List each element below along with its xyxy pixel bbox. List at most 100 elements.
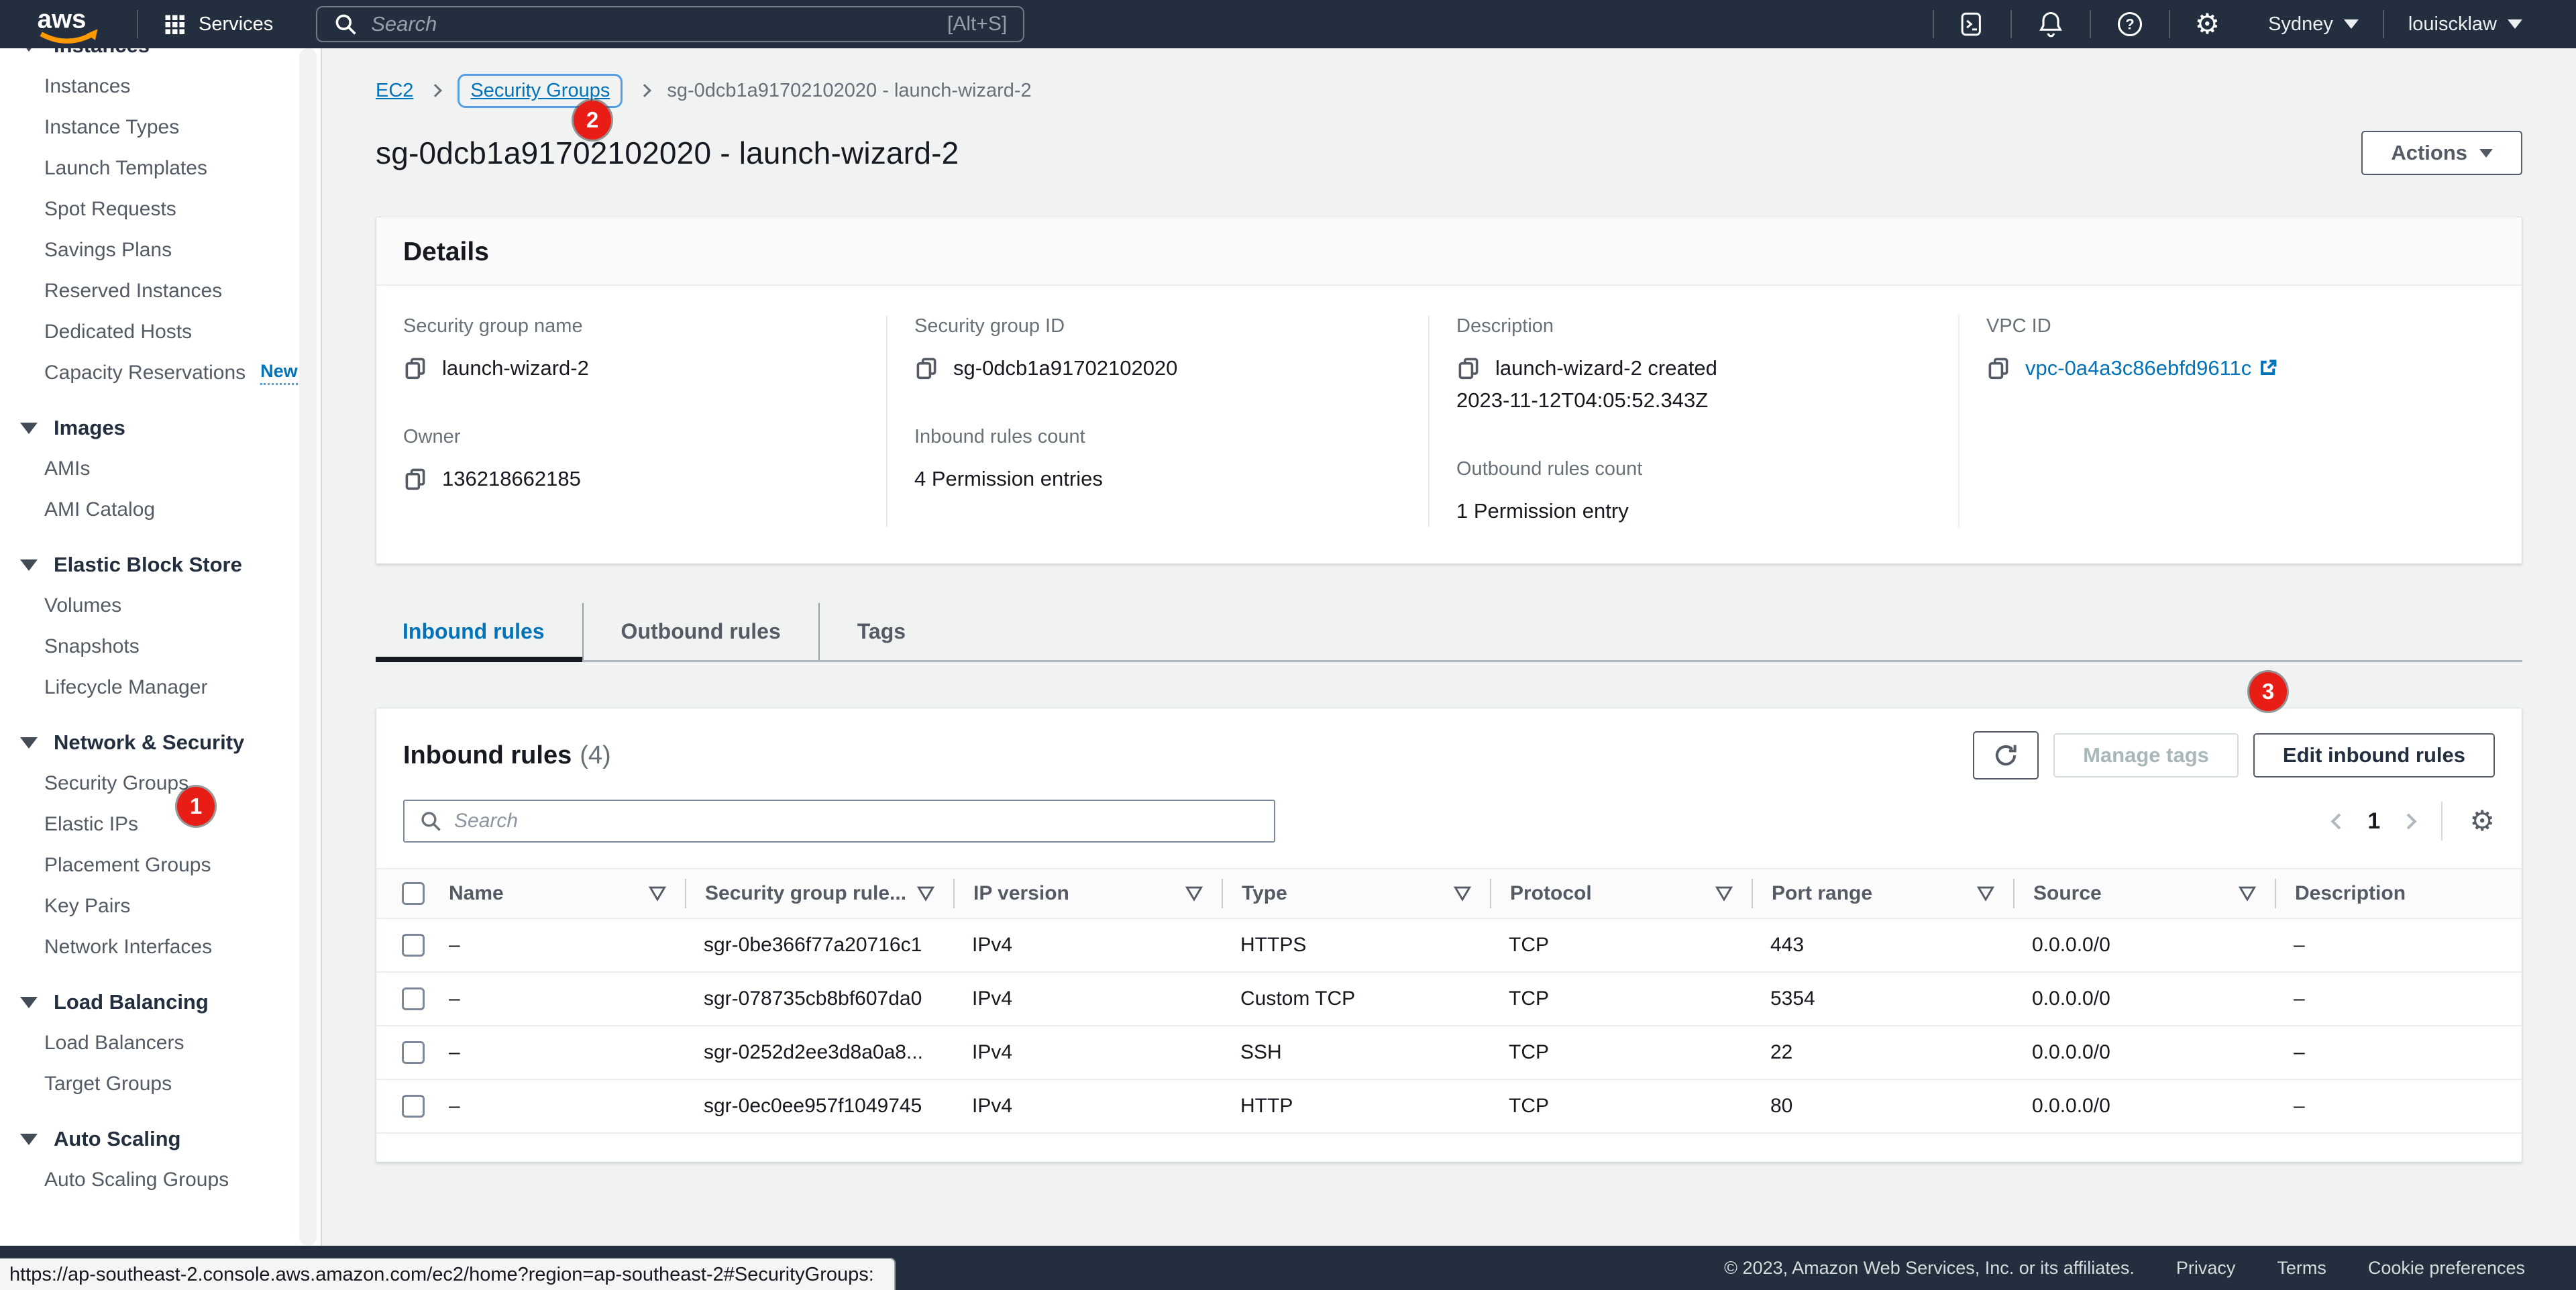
external-link-icon [2258,358,2278,378]
section-title: Images [54,416,125,440]
copy-icon[interactable] [1986,356,2010,380]
chevron-down-icon [2344,19,2359,29]
table-settings-gear-icon[interactable]: ⚙ [2469,807,2495,835]
sidebar-item-auto-scaling-groups[interactable]: Auto Scaling Groups [0,1159,321,1200]
cell-type: HTTP [1222,1095,1490,1118]
sidebar-section-load-balancing[interactable]: Load Balancing [0,982,321,1022]
region-label: Sydney [2268,13,2333,36]
tab-inbound-rules[interactable]: Inbound rules [376,603,582,660]
sidebar-item-target-groups[interactable]: Target Groups [0,1063,321,1104]
vpc-id-link[interactable]: vpc-0a4a3c86ebfd9611c [2025,356,2251,380]
next-page-button[interactable] [2401,813,2417,829]
tab-outbound-rules[interactable]: Outbound rules [582,603,818,660]
column-header-description[interactable]: Description [2275,879,2522,908]
row-checkbox[interactable] [402,934,425,957]
ec2-sidebar: Instances Instances Instance Types Launc… [0,48,322,1246]
column-header-type[interactable]: Type [1222,879,1490,908]
select-all-checkbox[interactable] [402,882,425,905]
filter-icon[interactable] [1185,885,1203,902]
row-checkbox[interactable] [402,987,425,1010]
sidebar-item-savings-plans[interactable]: Savings Plans [0,229,321,270]
account-menu[interactable]: louiscklaw [2384,13,2546,36]
copy-icon[interactable] [1456,356,1481,380]
previous-page-button[interactable] [2331,813,2347,829]
sidebar-item-key-pairs[interactable]: Key Pairs [0,885,321,926]
edit-inbound-rules-button[interactable]: Edit inbound rules [2253,733,2495,777]
security-group-id-value: sg-0dcb1a91702102020 [953,356,1177,380]
breadcrumb-ec2-link[interactable]: EC2 [376,80,413,102]
field-owner: Owner 136218662185 [403,426,859,495]
sidebar-item-reserved-instances[interactable]: Reserved Instances [0,270,321,311]
actions-button[interactable]: Actions [2361,131,2522,175]
sidebar-item-snapshots[interactable]: Snapshots [0,626,321,667]
sidebar-item-amis[interactable]: AMIs [0,448,321,489]
filter-icon[interactable] [2239,885,2256,902]
settings-button[interactable]: ⚙ [2170,10,2244,38]
sidebar-item-network-interfaces[interactable]: Network Interfaces [0,926,321,967]
copy-icon[interactable] [403,466,427,490]
notifications-button[interactable] [2012,9,2090,39]
global-search-input[interactable] [371,12,934,36]
tab-tags[interactable]: Tags [818,603,943,660]
sidebar-item-dedicated-hosts[interactable]: Dedicated Hosts [0,311,321,352]
filter-icon[interactable] [1454,885,1471,902]
sidebar-section-auto-scaling[interactable]: Auto Scaling [0,1119,321,1159]
sidebar-item-instance-types[interactable]: Instance Types [0,107,321,148]
column-header-source[interactable]: Source [2013,879,2275,908]
copy-icon[interactable] [403,356,427,380]
sidebar-scrollbar[interactable] [299,48,317,1246]
column-header-ip-version[interactable]: IP version [953,879,1222,908]
column-header-name[interactable]: Name [430,879,685,908]
refresh-button[interactable] [1973,731,2039,780]
sidebar-item-security-groups[interactable]: Security Groups [0,763,321,804]
column-header-protocol[interactable]: Protocol [1490,879,1752,908]
aws-logo[interactable]: aws [32,2,111,46]
table-row[interactable]: – sgr-078735cb8bf607da0 IPv4 Custom TCP … [376,973,2522,1026]
sidebar-item-load-balancers[interactable]: Load Balancers [0,1022,321,1063]
manage-tags-button[interactable]: Manage tags [2053,733,2239,777]
table-row[interactable]: – sgr-0be366f77a20716c1 IPv4 HTTPS TCP 4… [376,919,2522,973]
sidebar-section-ebs[interactable]: Elastic Block Store [0,545,321,585]
cell-description: – [2275,987,2522,1010]
cell-rule-id: sgr-0ec0ee957f1049745 [685,1095,953,1118]
sidebar-section-images[interactable]: Images [0,408,321,448]
sidebar-item-instances[interactable]: Instances [0,66,321,107]
table-row[interactable]: – sgr-0ec0ee957f1049745 IPv4 HTTP TCP 80… [376,1080,2522,1134]
region-selector[interactable]: Sydney [2244,13,2383,36]
sidebar-item-placement-groups[interactable]: Placement Groups [0,845,321,885]
current-page-number[interactable]: 1 [2367,808,2380,835]
sidebar-section-instances[interactable]: Instances [0,48,321,66]
sidebar-item-spot-requests[interactable]: Spot Requests [0,189,321,229]
sidebar-item-lifecycle-manager[interactable]: Lifecycle Manager [0,667,321,708]
sidebar-section-network-security[interactable]: Network & Security [0,722,321,763]
column-header-rule-id[interactable]: Security group rule... [685,879,953,908]
filter-icon[interactable] [917,885,934,902]
row-checkbox[interactable] [402,1095,425,1118]
sidebar-item-launch-templates[interactable]: Launch Templates [0,148,321,189]
pagination: 1 ⚙ [2333,802,2495,841]
cloudshell-button[interactable] [1934,10,2010,38]
cookie-preferences-link[interactable]: Cookie preferences [2368,1258,2525,1279]
sidebar-item-volumes[interactable]: Volumes [0,585,321,626]
sidebar-item-ami-catalog[interactable]: AMI Catalog [0,489,321,530]
page-header: sg-0dcb1a91702102020 - launch-wizard-2 A… [376,131,2522,175]
services-menu[interactable]: Services [162,12,273,36]
copy-icon[interactable] [914,356,938,380]
global-search[interactable]: [Alt+S] [316,6,1024,42]
column-header-port-range[interactable]: Port range [1752,879,2013,908]
top-navigation-bar: aws Services [Alt+S] [0,0,2576,48]
rules-search[interactable] [403,800,1275,843]
breadcrumb-security-groups-link[interactable]: Security Groups [470,80,610,101]
security-group-name-value: launch-wizard-2 [442,356,589,380]
help-button[interactable]: ? [2091,9,2169,39]
row-checkbox[interactable] [402,1041,425,1064]
filter-icon[interactable] [1715,885,1733,902]
filter-icon[interactable] [649,885,666,902]
filter-icon[interactable] [1977,885,1994,902]
terms-link[interactable]: Terms [2277,1258,2326,1279]
table-row[interactable]: – sgr-0252d2ee3d8a0a8... IPv4 SSH TCP 22… [376,1026,2522,1080]
sidebar-item-elastic-ips[interactable]: Elastic IPs [0,804,321,845]
privacy-link[interactable]: Privacy [2176,1258,2236,1279]
sidebar-item-capacity-reservations[interactable]: Capacity Reservations New [0,352,321,393]
rules-search-input[interactable] [454,810,1259,832]
